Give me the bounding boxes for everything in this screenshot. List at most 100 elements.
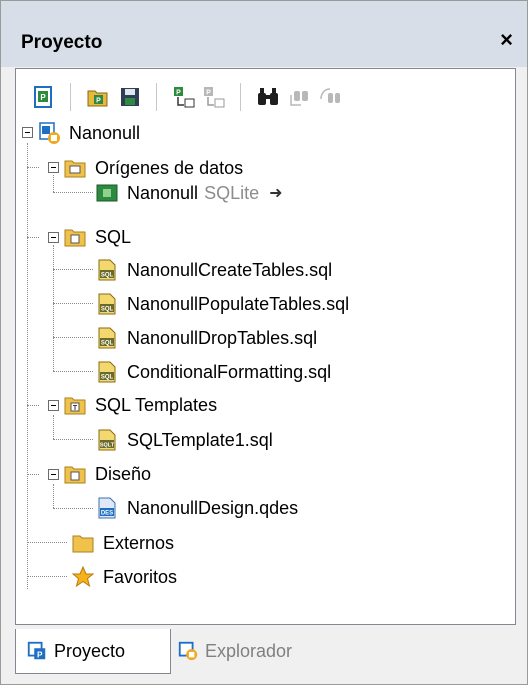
tree-line bbox=[53, 508, 93, 509]
data-source-item[interactable]: Nanonull SQLite ➜ bbox=[95, 178, 283, 208]
tree-line bbox=[53, 303, 93, 304]
tree-root-label: Nanonull bbox=[69, 122, 141, 143]
template-file-item[interactable]: SQLT SQLTemplate1.sql bbox=[95, 425, 273, 455]
svg-text:T: T bbox=[73, 405, 78, 412]
sql-file-label: NanonullDropTables.sql bbox=[127, 327, 318, 348]
sql-file-item[interactable]: SQL NanonullPopulateTables.sql bbox=[95, 289, 349, 319]
collapse-toggle[interactable] bbox=[22, 127, 33, 138]
sql-file-label: NanonullCreateTables.sql bbox=[127, 259, 333, 280]
folder-design[interactable]: Diseño bbox=[63, 459, 151, 489]
folder-external[interactable]: Externos bbox=[71, 528, 174, 558]
folder-icon bbox=[72, 535, 94, 553]
toolbar-separator bbox=[156, 83, 157, 111]
sql-file-item[interactable]: SQL NanonullCreateTables.sql bbox=[95, 255, 332, 285]
sql-file-icon: SQL bbox=[98, 361, 116, 383]
folder-sql[interactable]: SQL bbox=[63, 222, 131, 252]
save-project-icon[interactable] bbox=[118, 85, 142, 109]
collapse-toggle[interactable] bbox=[48, 162, 59, 173]
toolbar: P P P P bbox=[18, 71, 511, 119]
add-data-source-icon[interactable]: P bbox=[172, 85, 196, 109]
tree-line bbox=[53, 192, 93, 193]
folder-favorites[interactable]: Favoritos bbox=[71, 562, 177, 592]
svg-text:P: P bbox=[176, 90, 181, 97]
tab-explorador[interactable]: Explorador bbox=[171, 629, 341, 673]
toolbar-separator bbox=[240, 83, 241, 111]
tree-line bbox=[27, 143, 28, 589]
tree-line bbox=[27, 542, 67, 543]
svg-text:SQLT: SQLT bbox=[100, 443, 115, 449]
svg-text:P: P bbox=[96, 98, 101, 105]
tree-line bbox=[53, 371, 93, 372]
tab-explorador-label: Explorador bbox=[205, 640, 293, 661]
tab-proyecto[interactable]: P Proyecto bbox=[15, 629, 171, 674]
tree-line bbox=[53, 175, 54, 192]
panel-title: Proyecto bbox=[21, 32, 103, 53]
design-file-label: NanonullDesign.qdes bbox=[127, 497, 299, 518]
folder-icon: T bbox=[64, 397, 86, 415]
data-source-type: SQLite bbox=[204, 182, 260, 203]
panel-content: P P P P Nanonull Orígenes de datos Nanon… bbox=[15, 68, 516, 625]
folder-icon bbox=[64, 466, 86, 484]
svg-text:P: P bbox=[37, 650, 43, 659]
collapse-toggle[interactable] bbox=[48, 232, 59, 243]
project-tab-icon: P bbox=[27, 641, 46, 659]
svg-text:P: P bbox=[206, 90, 211, 97]
collapse-toggle[interactable] bbox=[48, 400, 59, 411]
close-button[interactable]: × bbox=[500, 29, 513, 51]
folder-design-label: Diseño bbox=[95, 463, 152, 484]
tree-line bbox=[53, 484, 54, 508]
sql-file-label: ConditionalFormatting.sql bbox=[127, 361, 332, 382]
star-icon bbox=[71, 565, 95, 588]
sql-file-item[interactable]: SQL ConditionalFormatting.sql bbox=[95, 357, 331, 387]
design-file-item[interactable]: DES NanonullDesign.qdes bbox=[95, 493, 298, 523]
sql-template-file-icon: SQLT bbox=[98, 429, 116, 451]
panel-tabs: P Proyecto Explorador bbox=[15, 625, 528, 681]
add-file-icon[interactable]: P bbox=[202, 85, 226, 109]
sql-file-icon: SQL bbox=[98, 293, 116, 315]
tree-line bbox=[53, 337, 93, 338]
replace-icon[interactable] bbox=[318, 85, 342, 109]
svg-text:SQL: SQL bbox=[101, 273, 114, 279]
panel-titlebar: Proyecto × bbox=[1, 1, 527, 67]
tree-root[interactable]: Nanonull bbox=[37, 118, 140, 148]
open-project-icon[interactable]: P bbox=[86, 85, 110, 109]
tree-line bbox=[53, 245, 54, 371]
project-tree: Nanonull Orígenes de datos Nanonull SQLi… bbox=[16, 121, 515, 621]
sql-file-item[interactable]: SQL NanonullDropTables.sql bbox=[95, 323, 317, 353]
connect-arrow-icon[interactable]: ➜ bbox=[269, 183, 282, 203]
toolbar-separator bbox=[70, 83, 71, 111]
sql-file-icon: SQL bbox=[98, 327, 116, 349]
tree-line bbox=[27, 474, 39, 475]
collapse-toggle[interactable] bbox=[48, 469, 59, 480]
tree-line bbox=[27, 405, 39, 406]
template-file-label: SQLTemplate1.sql bbox=[127, 429, 273, 450]
project-panel: Proyecto × P P P P Nanonull Orígenes de … bbox=[0, 0, 528, 685]
folder-sql-label: SQL bbox=[95, 226, 132, 247]
find-icon[interactable] bbox=[256, 85, 280, 109]
svg-text:SQL: SQL bbox=[101, 375, 114, 381]
tree-line bbox=[27, 167, 39, 168]
svg-text:DES: DES bbox=[101, 511, 113, 517]
tree-line bbox=[27, 576, 67, 577]
tab-proyecto-label: Proyecto bbox=[54, 640, 126, 661]
tree-line bbox=[53, 415, 54, 439]
find-next-icon[interactable] bbox=[288, 85, 312, 109]
folder-sql-templates[interactable]: T SQL Templates bbox=[63, 390, 217, 420]
folder-icon bbox=[64, 229, 86, 247]
database-connection-icon bbox=[96, 184, 118, 202]
folder-favorites-label: Favoritos bbox=[103, 566, 178, 587]
svg-text:SQL: SQL bbox=[101, 307, 114, 313]
folder-sql-templates-label: SQL Templates bbox=[95, 394, 218, 415]
sql-file-icon: SQL bbox=[98, 259, 116, 281]
folder-icon bbox=[64, 160, 86, 178]
tree-line bbox=[53, 269, 93, 270]
tree-line bbox=[27, 237, 39, 238]
project-root-icon bbox=[39, 122, 60, 144]
design-file-icon: DES bbox=[98, 497, 116, 519]
svg-text:P: P bbox=[40, 93, 46, 102]
svg-text:SQL: SQL bbox=[101, 341, 114, 347]
data-source-name: Nanonull bbox=[127, 182, 199, 203]
project-icon[interactable]: P bbox=[32, 85, 56, 109]
tree-line bbox=[53, 439, 93, 440]
explorer-tab-icon bbox=[178, 641, 198, 661]
